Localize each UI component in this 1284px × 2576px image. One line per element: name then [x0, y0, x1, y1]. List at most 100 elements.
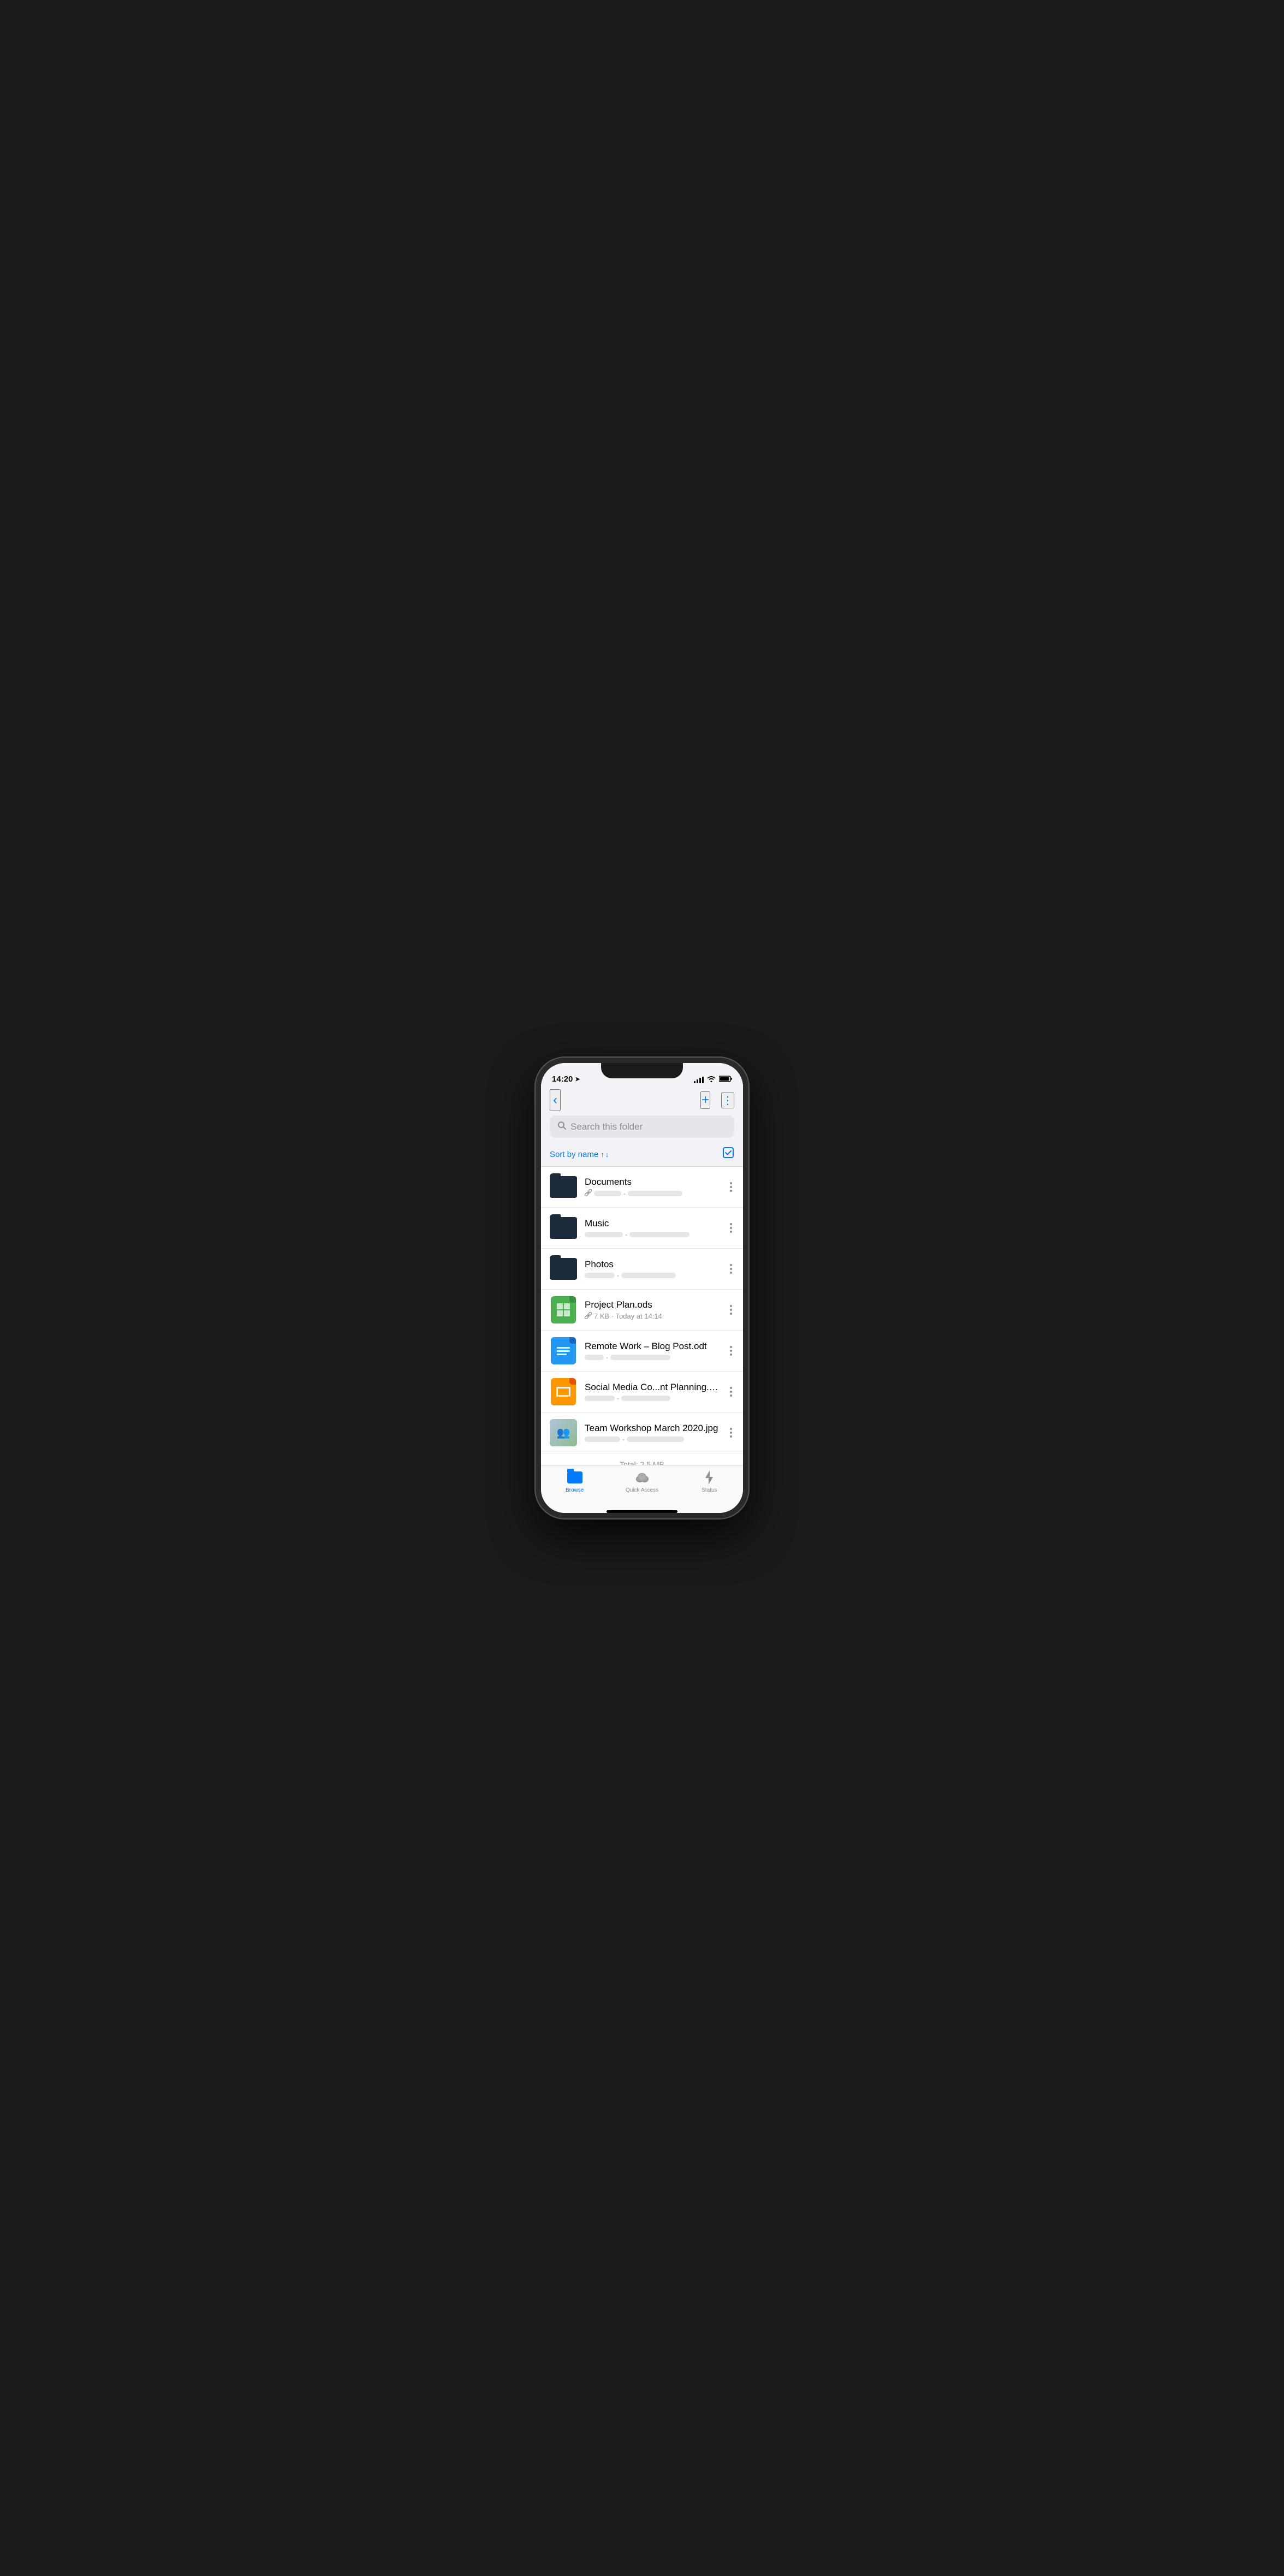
- file-meta-project-plan: 7 KB · Today at 14:14: [585, 1312, 720, 1321]
- file-more-button[interactable]: [728, 1303, 734, 1317]
- file-meta-text-project-plan: 7 KB · Today at 14:14: [594, 1312, 662, 1320]
- file-name-project-plan: Project Plan.ods: [585, 1299, 720, 1310]
- status-icon: [704, 1470, 714, 1485]
- select-all-icon[interactable]: [722, 1147, 734, 1162]
- sort-up-arrow: ↑: [601, 1150, 604, 1159]
- signal-bar-2: [697, 1079, 698, 1083]
- link-icon: [585, 1189, 592, 1198]
- meta-skeleton-1: [585, 1396, 615, 1401]
- search-bar[interactable]: Search this folder: [550, 1115, 734, 1138]
- file-name-photos: Photos: [585, 1259, 720, 1270]
- file-name-music: Music: [585, 1218, 720, 1229]
- file-more-button[interactable]: [728, 1262, 734, 1276]
- tab-quick-access[interactable]: Quick Access: [608, 1470, 675, 1493]
- file-more-button[interactable]: [728, 1221, 734, 1235]
- tab-browse-label: Browse: [566, 1487, 584, 1493]
- ods-file-icon: [550, 1296, 577, 1323]
- file-info-documents: Documents -: [585, 1177, 720, 1198]
- time-display: 14:20: [552, 1075, 573, 1084]
- tab-status[interactable]: Status: [676, 1470, 743, 1493]
- wifi-icon: [707, 1076, 716, 1084]
- signal-bar-1: [694, 1081, 696, 1083]
- total-bar: Total: 2,5 MB: [541, 1453, 743, 1465]
- file-name-remote-work: Remote Work – Blog Post.odt: [585, 1341, 720, 1352]
- meta-dash: -: [606, 1354, 608, 1361]
- signal-bar-3: [699, 1078, 701, 1083]
- meta-skeleton-2: [621, 1396, 670, 1401]
- folder-icon-music: [550, 1214, 577, 1242]
- home-bar: [607, 1510, 677, 1513]
- list-item[interactable]: Photos -: [541, 1249, 743, 1290]
- list-item[interactable]: Remote Work – Blog Post.odt -: [541, 1331, 743, 1372]
- meta-skeleton-1: [585, 1232, 623, 1237]
- status-icons: [694, 1076, 732, 1084]
- meta-skeleton-1: [585, 1355, 604, 1360]
- meta-dash: -: [623, 1190, 626, 1197]
- file-more-button[interactable]: [728, 1344, 734, 1358]
- battery-icon: [719, 1076, 732, 1084]
- back-button[interactable]: ‹: [550, 1089, 561, 1111]
- meta-dash: -: [617, 1272, 619, 1279]
- sort-arrows: ↑ ↓: [601, 1150, 609, 1159]
- file-info-project-plan: Project Plan.ods 7 KB · Today at 14:14: [585, 1299, 720, 1321]
- tab-quick-access-label: Quick Access: [626, 1487, 658, 1493]
- file-info-team-workshop: Team Workshop March 2020.jpg -: [585, 1423, 720, 1443]
- meta-skeleton-1: [585, 1273, 615, 1278]
- more-button[interactable]: ⋮: [721, 1093, 734, 1108]
- file-meta-music: -: [585, 1231, 720, 1238]
- search-icon: [557, 1121, 566, 1132]
- list-item[interactable]: Music -: [541, 1208, 743, 1249]
- home-indicator: [541, 1510, 743, 1513]
- tab-browse[interactable]: Browse: [541, 1470, 608, 1493]
- location-icon: ➤: [575, 1076, 580, 1083]
- meta-skeleton-1: [585, 1437, 620, 1442]
- status-time: 14:20 ➤: [552, 1075, 580, 1084]
- sort-label[interactable]: Sort by name ↑ ↓: [550, 1150, 609, 1159]
- list-item[interactable]: Team Workshop March 2020.jpg -: [541, 1412, 743, 1453]
- file-name-documents: Documents: [585, 1177, 720, 1188]
- total-text: Total: 2,5 MB: [620, 1460, 664, 1465]
- list-item[interactable]: Project Plan.ods 7 KB · Today at 14:14: [541, 1290, 743, 1331]
- file-more-button[interactable]: [728, 1385, 734, 1399]
- file-meta-social-media: -: [585, 1394, 720, 1402]
- quick-access-icon: [634, 1470, 650, 1485]
- file-info-music: Music -: [585, 1218, 720, 1238]
- list-item[interactable]: Social Media Co...nt Planning.odp -: [541, 1372, 743, 1412]
- file-meta-documents: -: [585, 1189, 720, 1198]
- meta-skeleton-2: [621, 1273, 676, 1278]
- file-meta-remote-work: -: [585, 1354, 720, 1361]
- odp-file-icon: [550, 1378, 577, 1405]
- file-list: Documents -: [541, 1167, 743, 1465]
- signal-bars: [694, 1077, 704, 1083]
- meta-skeleton-2: [629, 1232, 689, 1237]
- list-item[interactable]: Documents -: [541, 1167, 743, 1208]
- meta-dash: -: [625, 1231, 627, 1238]
- file-name-social-media: Social Media Co...nt Planning.odp: [585, 1382, 720, 1393]
- tab-bar: Browse Quick Access: [541, 1465, 743, 1510]
- sort-down-arrow: ↓: [605, 1150, 609, 1159]
- file-meta-photos: -: [585, 1272, 720, 1279]
- odt-file-icon: [550, 1337, 577, 1364]
- nav-actions: + ⋮: [700, 1091, 734, 1109]
- add-button[interactable]: +: [700, 1091, 710, 1109]
- meta-dash: -: [622, 1435, 625, 1443]
- meta-skeleton-2: [610, 1355, 670, 1360]
- notch: [601, 1063, 683, 1078]
- meta-skeleton-2: [627, 1437, 684, 1442]
- browse-icon: [567, 1470, 582, 1485]
- file-info-photos: Photos -: [585, 1259, 720, 1279]
- phone-frame: 14:20 ➤: [536, 1058, 748, 1518]
- meta-skeleton-2: [628, 1191, 682, 1196]
- file-meta-team-workshop: -: [585, 1435, 720, 1443]
- tab-status-label: Status: [702, 1487, 717, 1493]
- file-more-button[interactable]: [728, 1426, 734, 1440]
- phone-screen: 14:20 ➤: [541, 1063, 743, 1513]
- search-placeholder: Search this folder: [570, 1121, 643, 1132]
- file-name-team-workshop: Team Workshop March 2020.jpg: [585, 1423, 720, 1434]
- meta-dash: -: [617, 1394, 619, 1402]
- file-more-button[interactable]: [728, 1180, 734, 1194]
- sort-bar: Sort by name ↑ ↓: [541, 1142, 743, 1167]
- file-info-remote-work: Remote Work – Blog Post.odt -: [585, 1341, 720, 1361]
- folder-icon-photos: [550, 1255, 577, 1283]
- jpg-file-icon: [550, 1419, 577, 1446]
